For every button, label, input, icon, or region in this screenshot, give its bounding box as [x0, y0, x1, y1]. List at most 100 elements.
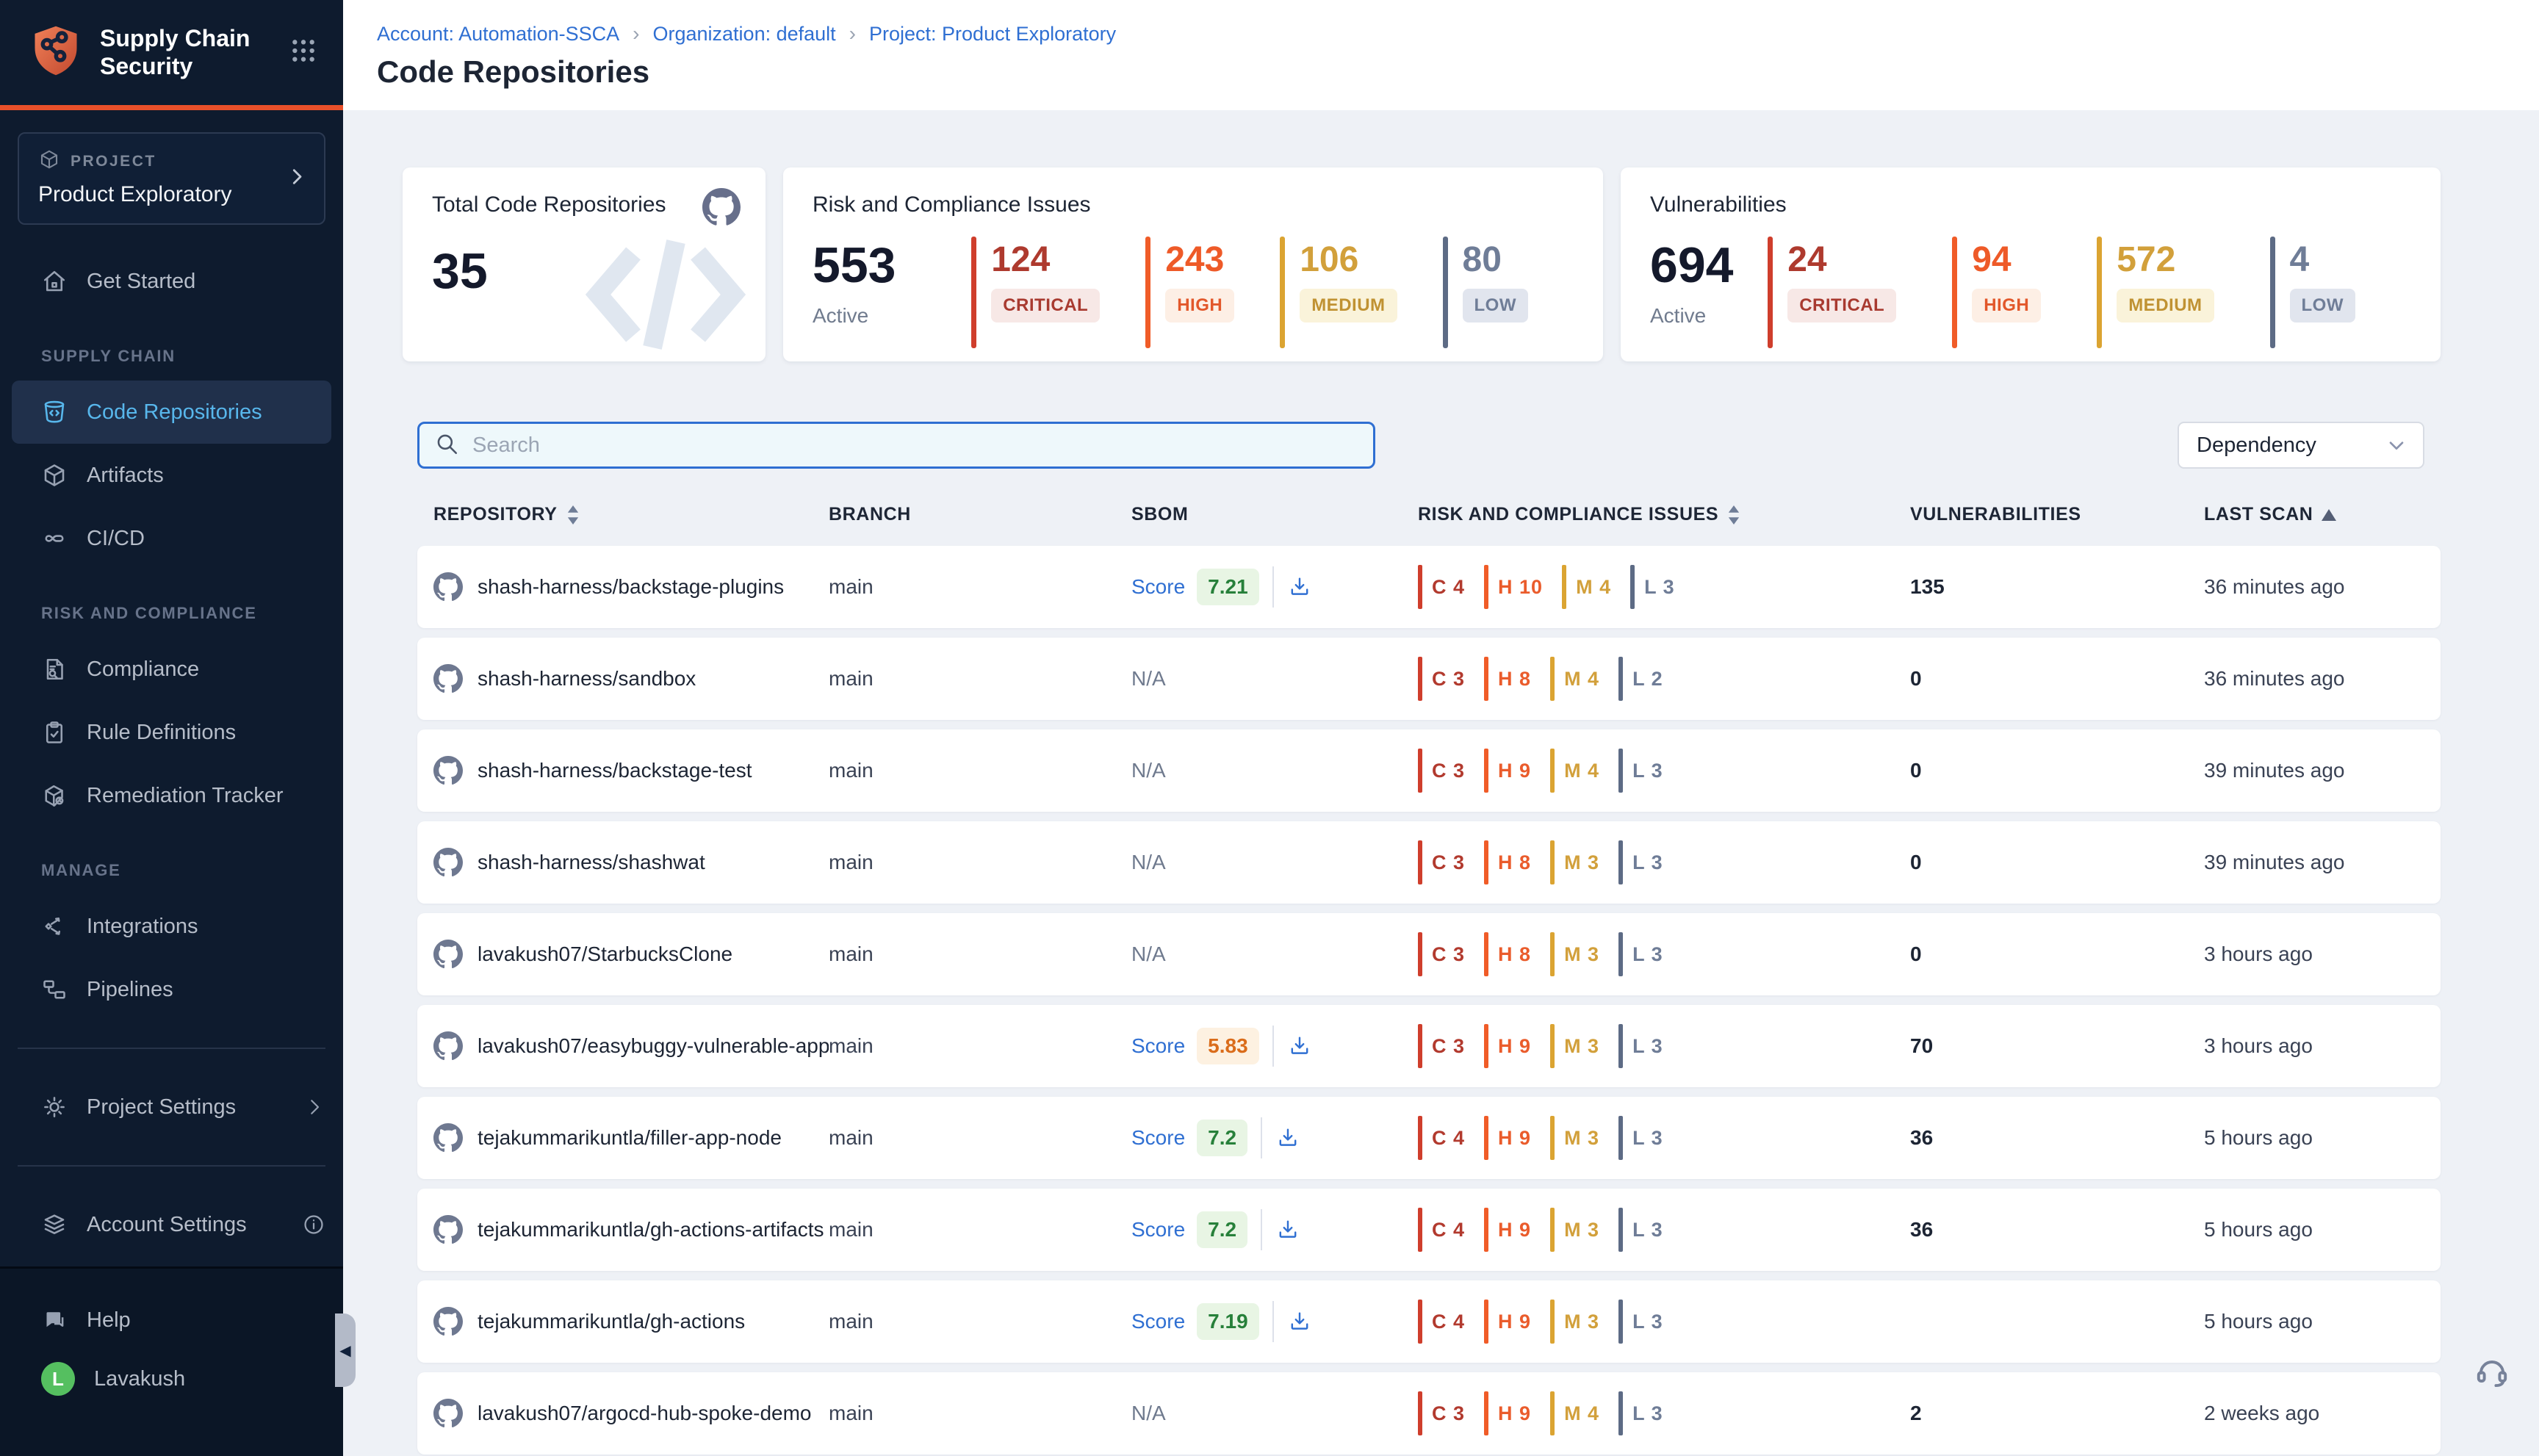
sbom-na-label: N/A — [1131, 851, 1166, 874]
sidebar-item-pipelines[interactable]: Pipelines — [0, 958, 343, 1021]
sidebar-item-help[interactable]: ? Help — [0, 1291, 343, 1349]
card-title: Total Code Repositories — [432, 192, 736, 217]
breadcrumb-link[interactable]: Project: Product Exploratory — [869, 23, 1116, 46]
page-header: Account: Automation-SSCA›Organization: d… — [343, 0, 2539, 110]
sbom-download-button[interactable] — [1287, 1309, 1312, 1334]
column-header-risk[interactable]: RISK AND COMPLIANCE ISSUES — [1418, 504, 1910, 525]
sidebar-item-get-started[interactable]: Get Started — [0, 250, 343, 313]
vulnerabilities-count: 2 — [1910, 1402, 2204, 1425]
sbom-cell: Score7.2 — [1131, 1209, 1418, 1250]
table-row[interactable]: lavakush07/argocd-hub-spoke-demomainN/AC… — [417, 1372, 2441, 1455]
table-row[interactable]: tejakummarikuntla/gh-actionsmainScore7.1… — [417, 1280, 2441, 1363]
table-row[interactable]: shash-harness/shashwatmainN/AC 3H 8M 3L … — [417, 821, 2441, 904]
dependency-filter-dropdown[interactable]: Dependency — [2178, 422, 2424, 469]
severity-bar — [1443, 237, 1448, 348]
column-header-last_scan[interactable]: LAST SCAN — [2204, 504, 2441, 525]
sort-toggle-icon[interactable] — [1727, 505, 1740, 525]
sidebar-item-label: Get Started — [87, 270, 195, 294]
risk-chip-low: L 3 — [1618, 1391, 1663, 1435]
branch-name: main — [829, 1034, 1131, 1058]
main-content: Account: Automation-SSCA›Organization: d… — [343, 0, 2539, 1456]
risk-chip-value: L 3 — [1632, 1035, 1663, 1058]
sidebar-item-remediation-tracker[interactable]: Remediation Tracker — [0, 764, 343, 827]
risk-chip-value: C 4 — [1432, 576, 1465, 599]
sbom-download-button[interactable] — [1275, 1125, 1300, 1150]
sidebar-item-rule-definitions[interactable]: Rule Definitions — [0, 701, 343, 764]
vulnerabilities-count: 70 — [1910, 1034, 2204, 1058]
sbom-download-button[interactable] — [1275, 1217, 1300, 1242]
sidebar-item-compliance[interactable]: Compliance — [0, 638, 343, 701]
sidebar-item-project-settings[interactable]: Project Settings — [0, 1075, 343, 1139]
risk-chip-bar — [1484, 1391, 1488, 1435]
table-row[interactable]: tejakummarikuntla/gh-actions-artifactsma… — [417, 1189, 2441, 1271]
project-selector[interactable]: PROJECT Product Exploratory — [18, 132, 325, 225]
module-switcher-grid-icon[interactable] — [289, 36, 318, 69]
risk-chip-value: L 3 — [1632, 1311, 1663, 1333]
table-row[interactable]: lavakush07/easybuggy-vulnerable-app…main… — [417, 1005, 2441, 1087]
vulnerabilities-count: 36 — [1910, 1126, 2204, 1150]
repo-name: lavakush07/StarbucksClone — [478, 943, 732, 966]
sbom-download-button[interactable] — [1287, 1034, 1312, 1059]
column-header-repo[interactable]: REPOSITORY — [417, 504, 829, 525]
table-row[interactable]: shash-harness/backstage-testmainN/AC 3H … — [417, 729, 2441, 812]
app-root: Supply Chain Security PROJECT Product Ex… — [0, 0, 2539, 1456]
support-headset-icon[interactable] — [2473, 1352, 2511, 1394]
repo-cell: shash-harness/backstage-test — [417, 756, 829, 785]
sidebar-section-label: SUPPLY CHAIN — [0, 313, 343, 381]
risk-chip-value: M 4 — [1564, 760, 1599, 782]
breadcrumb-link[interactable]: Account: Automation-SSCA — [377, 23, 619, 46]
risk-chip-low: L 3 — [1618, 1300, 1663, 1344]
help-chat-icon: ? — [41, 1307, 68, 1333]
severity-badge: LOW — [1463, 289, 1528, 322]
table-row[interactable]: shash-harness/sandboxmainN/AC 3H 8M 4L 2… — [417, 638, 2441, 720]
sidebar-item-label: Account Settings — [87, 1213, 247, 1237]
risk-chip-high: H 9 — [1484, 1300, 1531, 1344]
severity-count: 243 — [1165, 239, 1234, 280]
chevron-right-icon — [286, 166, 308, 192]
sort-toggle-icon[interactable] — [566, 505, 580, 525]
github-icon — [433, 1399, 463, 1428]
sidebar-item-artifacts[interactable]: Artifacts — [0, 444, 343, 507]
sidebar-item-ci-cd[interactable]: CI/CD — [0, 507, 343, 570]
table-row[interactable]: tejakummarikuntla/filler-app-nodemainSco… — [417, 1097, 2441, 1179]
risk-chip-high: H 9 — [1484, 749, 1531, 793]
home-icon — [41, 268, 68, 295]
search-input[interactable] — [471, 433, 1358, 458]
risk-chip-high: H 10 — [1484, 565, 1543, 609]
risk-chip-value: M 3 — [1564, 1127, 1599, 1150]
risk-chip-bar — [1418, 840, 1422, 884]
risk-chip-bar — [1484, 932, 1488, 976]
risk-issues-card: Risk and Compliance Issues 553 Active 12… — [783, 167, 1603, 361]
risk-chip-critical: C 3 — [1418, 840, 1465, 884]
vulnerabilities-value: 694 — [1650, 237, 1768, 294]
risk-chip-bar — [1484, 1208, 1488, 1252]
sidebar-item-integrations[interactable]: Integrations — [0, 895, 343, 958]
risk-chip-bar — [1484, 749, 1488, 793]
sbom-download-button[interactable] — [1287, 574, 1312, 599]
sidebar-item-label: Compliance — [87, 657, 199, 682]
risk-chip-bar — [1484, 1024, 1488, 1068]
table-row[interactable]: shash-harness/backstage-pluginsmainScore… — [417, 546, 2441, 628]
card-title: Risk and Compliance Issues — [813, 192, 1574, 217]
user-menu[interactable]: L Lavakush — [0, 1349, 343, 1408]
repo-name: shash-harness/sandbox — [478, 667, 696, 691]
severity-count: 94 — [1972, 239, 2041, 280]
github-icon — [433, 1307, 463, 1336]
sbom-na-label: N/A — [1131, 1402, 1166, 1425]
github-icon — [433, 848, 463, 877]
sidebar-item-account-settings[interactable]: Account Settings — [0, 1193, 343, 1256]
breadcrumb-link[interactable]: Organization: default — [653, 23, 836, 46]
sidebar-item-code-repositories[interactable]: Code Repositories — [12, 381, 331, 444]
table-row[interactable]: lavakush07/StarbucksClonemainN/AC 3H 8M … — [417, 913, 2441, 995]
sbom-score-label: Score — [1131, 575, 1185, 599]
github-icon — [433, 572, 463, 602]
risk-chip-medium: M 3 — [1550, 1208, 1599, 1252]
repo-cell: lavakush07/StarbucksClone — [417, 940, 829, 969]
risk-chip-bar — [1550, 749, 1555, 793]
sort-ascending-icon[interactable] — [2322, 509, 2336, 521]
repo-cell: shash-harness/backstage-plugins — [417, 572, 829, 602]
sidebar-collapse-handle[interactable]: ◀ — [335, 1313, 356, 1387]
cube-icon — [38, 148, 60, 175]
risk-chip-bar — [1418, 565, 1422, 609]
risk-chip-bar — [1618, 1391, 1623, 1435]
